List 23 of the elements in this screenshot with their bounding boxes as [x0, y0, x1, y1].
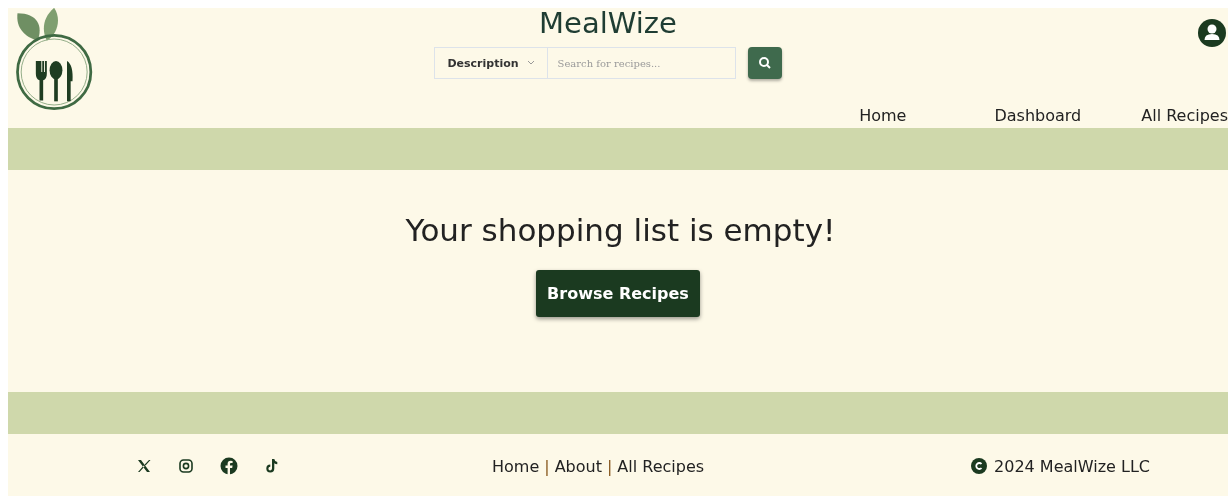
nav-link[interactable]: All Recipes [1141, 105, 1228, 127]
filter-dropdown[interactable]: Description [434, 47, 548, 79]
facebook-icon[interactable] [220, 457, 238, 475]
copyright-icon [971, 458, 988, 474]
footer-link[interactable]: About [554, 456, 602, 476]
chevron-icon [526, 60, 535, 66]
footer-link[interactable]: All Recipes [617, 456, 705, 476]
tiktok-icon[interactable] [264, 458, 280, 474]
browse-recipes-button[interactable]: Browse Recipes [536, 270, 700, 317]
copyright-text: 2024 MealWize LLC [994, 456, 1150, 476]
x-icon[interactable] [136, 458, 152, 474]
empty-message: Your shopping list is empty! [405, 212, 836, 248]
link-separator: | [544, 456, 550, 476]
search-field[interactable]: Search for recipes... [547, 47, 736, 79]
user-icon[interactable] [1198, 19, 1226, 47]
footer-link[interactable]: Home [492, 456, 540, 476]
search-button[interactable] [747, 47, 782, 79]
nav-link[interactable]: Home [859, 105, 907, 127]
nav-link[interactable]: Dashboard [994, 105, 1082, 127]
instagram-icon[interactable] [178, 458, 194, 474]
site-title: MealWize [539, 8, 677, 40]
link-separator: | [606, 456, 613, 476]
search-icon [757, 56, 772, 70]
